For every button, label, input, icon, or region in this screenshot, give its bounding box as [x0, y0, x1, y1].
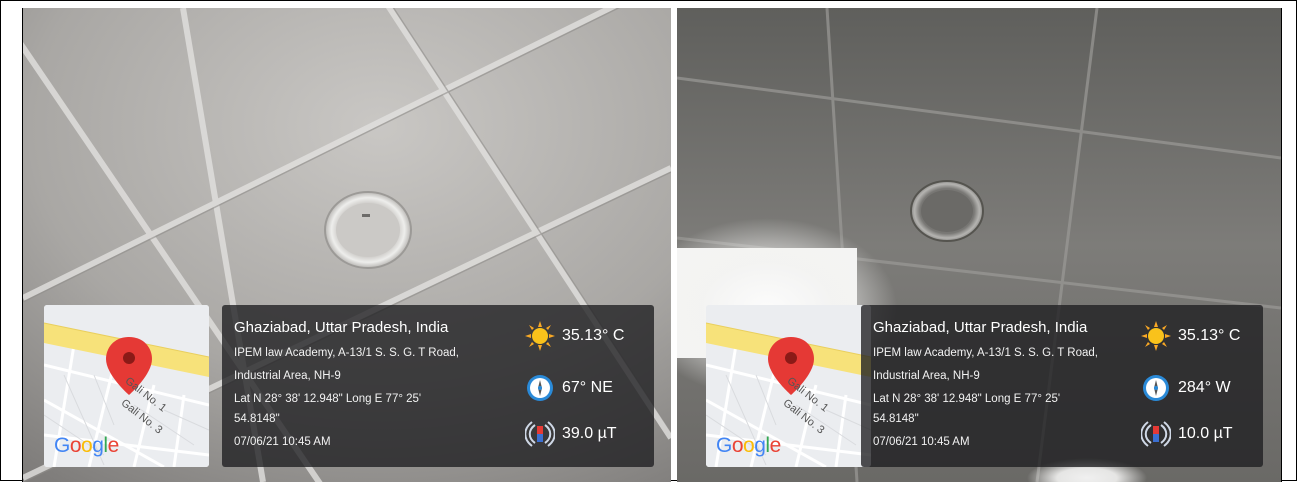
- temperature-metric: 35.13° C: [525, 321, 624, 351]
- mini-map: Gali No. 1 Gali No. 3 Google: [44, 305, 209, 467]
- geo-info-panel: Ghaziabad, Uttar Pradesh, India IPEM law…: [861, 305, 1263, 467]
- coordinates-line-2: 54.8148": [234, 413, 280, 425]
- sun-icon: [1141, 321, 1171, 351]
- compass-metric: 67° NE: [525, 373, 613, 403]
- address-line-1: IPEM law Academy, A-13/1 S. S. G. T Road…: [873, 347, 1098, 359]
- magnetic-value: 39.0 µT: [562, 425, 617, 442]
- temperature-value: 35.13° C: [1178, 327, 1241, 344]
- datetime: 07/06/21 10:45 AM: [873, 436, 970, 448]
- magnetic-value: 10.0 µT: [1178, 425, 1233, 442]
- magnetic-field-icon: [525, 421, 555, 447]
- compass-icon: [1143, 375, 1169, 401]
- magnetic-metric: 39.0 µT: [525, 419, 617, 449]
- temperature-metric: 35.13° C: [1141, 321, 1240, 351]
- coordinates-line-1: Lat N 28° 38' 12.948" Long E 77° 25': [234, 393, 422, 405]
- address-line-1: IPEM law Academy, A-13/1 S. S. G. T Road…: [234, 347, 459, 359]
- geo-info-panel: Ghaziabad, Uttar Pradesh, India IPEM law…: [222, 305, 654, 467]
- google-logo: Google: [54, 434, 119, 457]
- compass-value: 67° NE: [562, 379, 613, 396]
- address-line-2: Industrial Area, NH-9: [873, 370, 980, 382]
- coordinates-line-1: Lat N 28° 38' 12.948" Long E 77° 25': [873, 393, 1061, 405]
- temperature-value: 35.13° C: [562, 327, 625, 344]
- coordinates-line-2: 54.8148": [873, 413, 919, 425]
- compass-icon: [527, 375, 553, 401]
- datetime: 07/06/21 10:45 AM: [234, 436, 331, 448]
- location-title: Ghaziabad, Uttar Pradesh, India: [234, 319, 449, 336]
- magnetic-field-icon: [1141, 421, 1171, 447]
- magnetic-metric: 10.0 µT: [1141, 419, 1233, 449]
- compass-metric: 284° W: [1141, 373, 1231, 403]
- location-title: Ghaziabad, Uttar Pradesh, India: [873, 319, 1088, 336]
- sun-icon: [525, 321, 555, 351]
- address-line-2: Industrial Area, NH-9: [234, 370, 341, 382]
- geotagged-photo-left: Gali No. 1 Gali No. 3 Google Ghaziabad, …: [22, 8, 671, 482]
- compass-value: 284° W: [1178, 379, 1231, 396]
- geotagged-photo-right: Gali No. 1 Gali No. 3 Google Ghaziabad, …: [677, 8, 1282, 482]
- google-logo: Google: [716, 434, 781, 457]
- photo-comparison-frame: Gali No. 1 Gali No. 3 Google Ghaziabad, …: [0, 0, 1297, 482]
- mini-map: Gali No. 1 Gali No. 3 Google: [706, 305, 871, 467]
